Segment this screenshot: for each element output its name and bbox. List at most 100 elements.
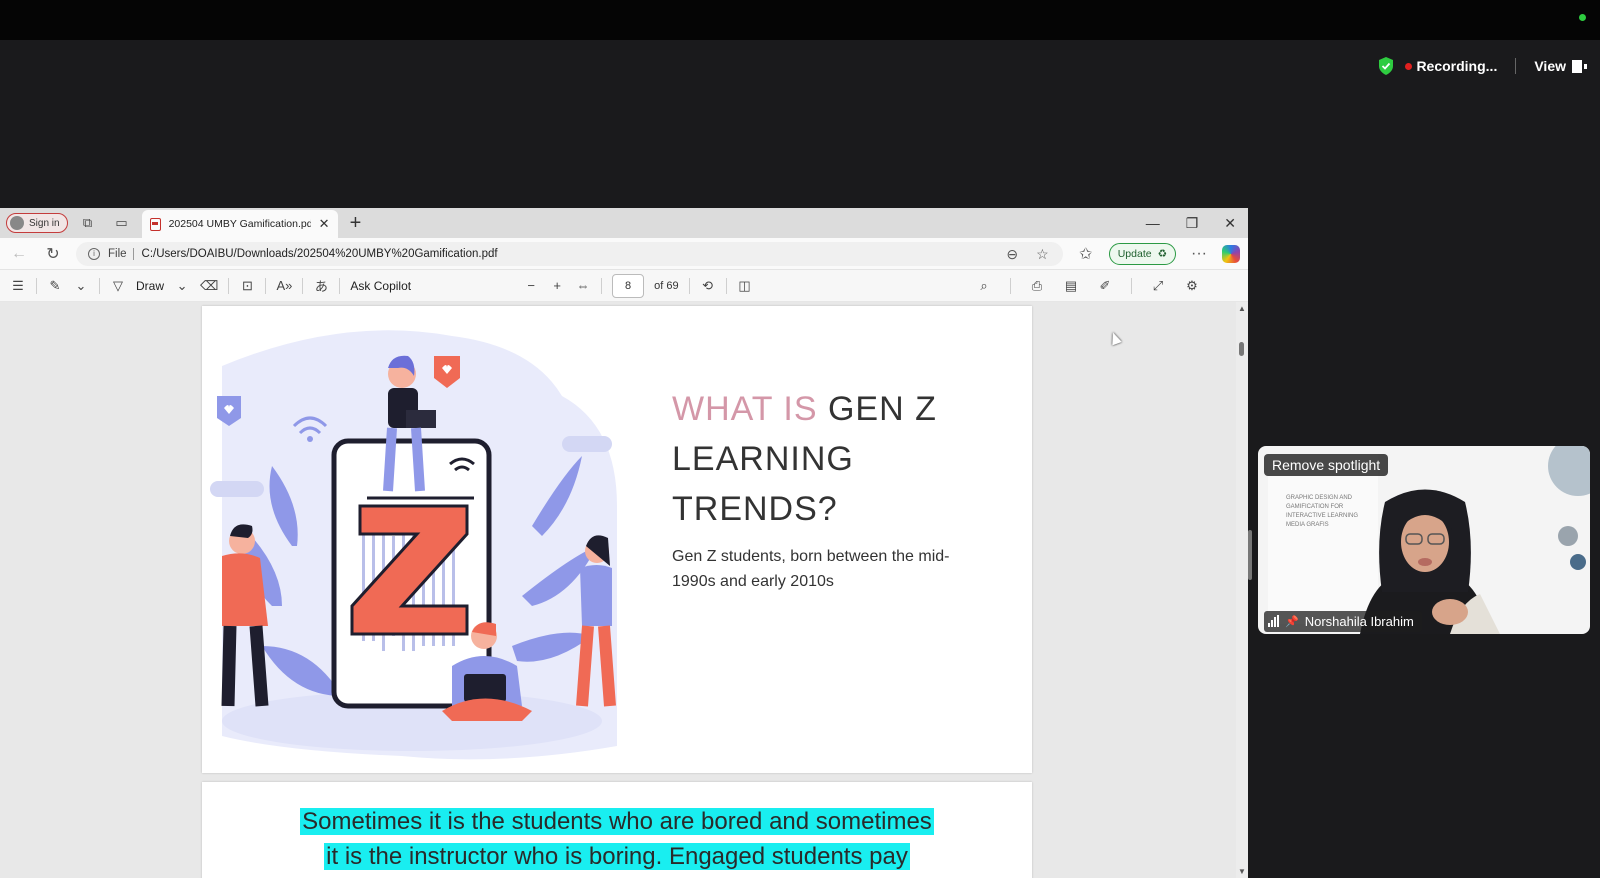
profile-avatar-icon: [10, 216, 24, 230]
zoom-top-bar: [0, 0, 1600, 40]
pin-icon: 📌: [1285, 615, 1299, 628]
view-label: View: [1534, 58, 1566, 74]
decorative-circle: [1570, 554, 1586, 570]
eraser-icon[interactable]: ⌫: [200, 278, 218, 294]
pdf-viewer[interactable]: WHAT IS GEN Z LEARNING TRENDS? Gen Z stu…: [0, 302, 1236, 878]
fullscreen-icon[interactable]: ⤢: [1150, 278, 1166, 294]
update-label: Update: [1117, 247, 1152, 260]
slide-title-highlight: WHAT IS: [672, 390, 818, 428]
pdf-toolbar-right: ⌕ ⎙ ▤ ✐ ⤢ ⚙: [976, 270, 1200, 302]
save-as-icon[interactable]: ✐: [1097, 278, 1113, 294]
favorites-icon[interactable]: ✩: [1075, 244, 1097, 264]
remove-spotlight-button[interactable]: Remove spotlight: [1264, 454, 1389, 476]
draw-icon[interactable]: ▽: [110, 278, 126, 294]
scroll-down-icon[interactable]: ▼: [1238, 867, 1246, 876]
chevron-down-icon[interactable]: ⌄: [73, 278, 89, 294]
copilot-icon[interactable]: [1222, 244, 1240, 263]
info-icon[interactable]: i: [88, 247, 100, 260]
quote-line-1: Sometimes it is the students who are bor…: [300, 808, 934, 835]
page-total: of 69: [654, 279, 679, 292]
decorative-circle: [1548, 446, 1590, 496]
search-icon[interactable]: ⌕: [976, 278, 992, 294]
restore-icon[interactable]: ❐: [1186, 215, 1199, 232]
divider: [302, 277, 304, 294]
signal-strength-icon: [1268, 615, 1279, 627]
more-menu-icon[interactable]: ···: [1188, 245, 1210, 263]
translate-icon[interactable]: あ: [313, 276, 329, 295]
update-icon: ♻: [1157, 247, 1167, 260]
zoom-out-button[interactable]: −: [523, 278, 539, 293]
recording-dot-icon: [1405, 62, 1413, 70]
chevron-down-icon[interactable]: ⌄: [174, 278, 190, 294]
ask-copilot-button[interactable]: Ask Copilot: [350, 279, 411, 293]
pdf-page: WHAT IS GEN Z LEARNING TRENDS? Gen Z stu…: [202, 306, 1032, 773]
contents-list-icon[interactable]: ☰: [10, 278, 26, 294]
zoom-out-icon[interactable]: ⊖: [1006, 246, 1018, 263]
recording-indicator[interactable]: Recording...: [1405, 58, 1497, 74]
divider: [339, 277, 341, 294]
view-layout-icon: [1572, 59, 1587, 73]
settings-gear-icon[interactable]: ⚙: [1184, 278, 1200, 294]
camera-indicator-icon: [1579, 14, 1586, 21]
fit-page-icon[interactable]: ⇔: [575, 278, 591, 293]
vertical-tabs-icon[interactable]: ▭: [108, 212, 136, 234]
divider: [1515, 58, 1517, 74]
vertical-scrollbar[interactable]: ▲ ▼: [1236, 302, 1248, 878]
divider: [688, 277, 690, 294]
divider: [228, 277, 230, 294]
file-label: File: [108, 247, 134, 260]
favorite-star-icon[interactable]: ☆: [1036, 246, 1049, 263]
pdf-toolbar: ☰ ✎ ⌄ ▽ Draw ⌄ ⌫ ⊡ A» あ Ask Copilot − + …: [0, 270, 1248, 302]
participant-name-bar: 📌 Norshahila Ibrahim: [1258, 608, 1590, 634]
quote-line-2: it is the instructor who is boring. Enga…: [324, 843, 910, 870]
sign-in-button[interactable]: Sign in: [6, 213, 68, 233]
page-number-input[interactable]: 8: [612, 273, 645, 298]
rotate-icon[interactable]: ⟲: [700, 278, 716, 294]
highlight-icon[interactable]: ✎: [47, 278, 63, 294]
divider: [265, 277, 267, 294]
tab-pdf[interactable]: 202504 UMBY Gamification.pdf ✕: [141, 210, 338, 238]
divider: [601, 277, 603, 294]
refresh-icon[interactable]: ↻: [42, 244, 64, 264]
divider: [725, 277, 727, 294]
decorative-circle: [1558, 526, 1578, 546]
highlighted-quote: Sometimes it is the students who are bor…: [202, 804, 1032, 874]
back-icon[interactable]: ←: [8, 245, 30, 263]
recording-label: Recording...: [1416, 58, 1498, 74]
workspaces-icon[interactable]: ⧉: [74, 212, 102, 234]
close-tab-icon[interactable]: ✕: [319, 216, 330, 232]
new-tab-button[interactable]: +: [350, 212, 362, 235]
save-icon[interactable]: ▤: [1063, 278, 1079, 294]
divider: [1131, 278, 1132, 294]
mouse-cursor-icon: [1108, 330, 1122, 346]
scroll-thumb[interactable]: [1239, 342, 1244, 356]
address-bar-row: ← ↻ i File C:/Users/DOAIBU/Downloads/202…: [0, 238, 1248, 270]
divider: [1010, 278, 1011, 294]
close-window-icon[interactable]: ✕: [1224, 215, 1236, 232]
minimize-icon[interactable]: —: [1146, 215, 1160, 231]
draw-button[interactable]: Draw: [136, 279, 164, 293]
page-view-icon[interactable]: ◫: [737, 278, 753, 294]
zoom-in-button[interactable]: +: [549, 278, 565, 293]
panel-resize-handle[interactable]: [1248, 530, 1252, 580]
gen-z-illustration: [202, 306, 617, 773]
scroll-up-icon[interactable]: ▲: [1238, 304, 1246, 313]
address-actions: ⊖ ☆: [1006, 246, 1048, 263]
text-box-icon[interactable]: ⊡: [239, 278, 255, 294]
sign-in-label: Sign in: [29, 217, 60, 229]
address-bar[interactable]: i File C:/Users/DOAIBU/Downloads/202504%…: [76, 241, 1063, 266]
slide-subtitle: Gen Z students, born between the mid-199…: [672, 548, 950, 590]
update-button[interactable]: Update ♻: [1108, 242, 1176, 265]
browser-window: Sign in ⧉ ▭ 202504 UMBY Gamification.pdf…: [0, 208, 1248, 878]
view-button[interactable]: View: [1534, 58, 1587, 74]
print-icon[interactable]: ⎙: [1029, 278, 1045, 294]
participant-name: Norshahila Ibrahim: [1304, 613, 1414, 629]
slide-title: WHAT IS GEN Z LEARNING TRENDS?: [672, 384, 992, 534]
shield-icon: [1379, 57, 1394, 75]
pdf-page-next: Sometimes it is the students who are bor…: [202, 782, 1032, 878]
read-aloud-icon[interactable]: A»: [276, 278, 292, 293]
spotlight-video-tile[interactable]: GRAPHIC DESIGN AND GAMIFICATION FOR INTE…: [1258, 446, 1590, 634]
zoom-status-bar: Recording... View: [1377, 56, 1587, 76]
url-text[interactable]: C:/Users/DOAIBU/Downloads/202504%20UMBY%…: [142, 248, 498, 260]
divider: [99, 277, 100, 294]
